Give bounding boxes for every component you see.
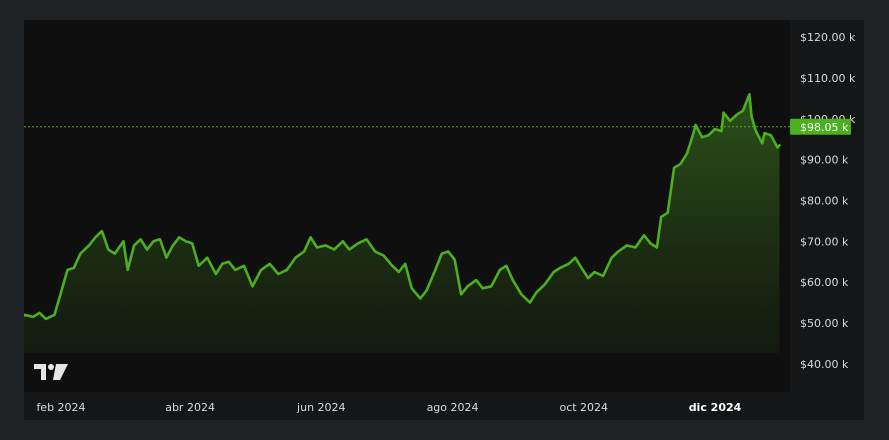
y-tick-label: $120.00 k [800, 31, 856, 44]
tradingview-logo-icon [34, 364, 68, 380]
x-tick-label: oct 2024 [559, 401, 608, 414]
x-tick-label: ago 2024 [427, 401, 479, 414]
y-tick-label: $70.00 k [800, 235, 849, 248]
x-tick-label: abr 2024 [165, 401, 215, 414]
current-price-badge: $98.05 k [790, 118, 851, 135]
y-tick-label: $60.00 k [800, 276, 849, 289]
y-tick-label: $40.00 k [800, 358, 849, 371]
x-tick-label: dic 2024 [689, 401, 742, 414]
y-tick-label: $80.00 k [800, 195, 849, 208]
y-tick-label: $110.00 k [800, 72, 856, 85]
x-tick-label: feb 2024 [36, 401, 85, 414]
chart-frame: $40.00 k $50.00 k $60.00 k $70.00 k $80.00 k… [24, 20, 864, 420]
area-chart[interactable]: $40.00 k $50.00 k $60.00 k $70.00 k $80.00 k… [24, 20, 864, 420]
y-tick-label: $50.00 k [800, 317, 849, 330]
series-area-fill [24, 94, 780, 353]
current-price-label: $98.05 k [800, 121, 849, 134]
y-tick-label: $90.00 k [800, 154, 849, 167]
x-tick-label: jun 2024 [296, 401, 346, 414]
